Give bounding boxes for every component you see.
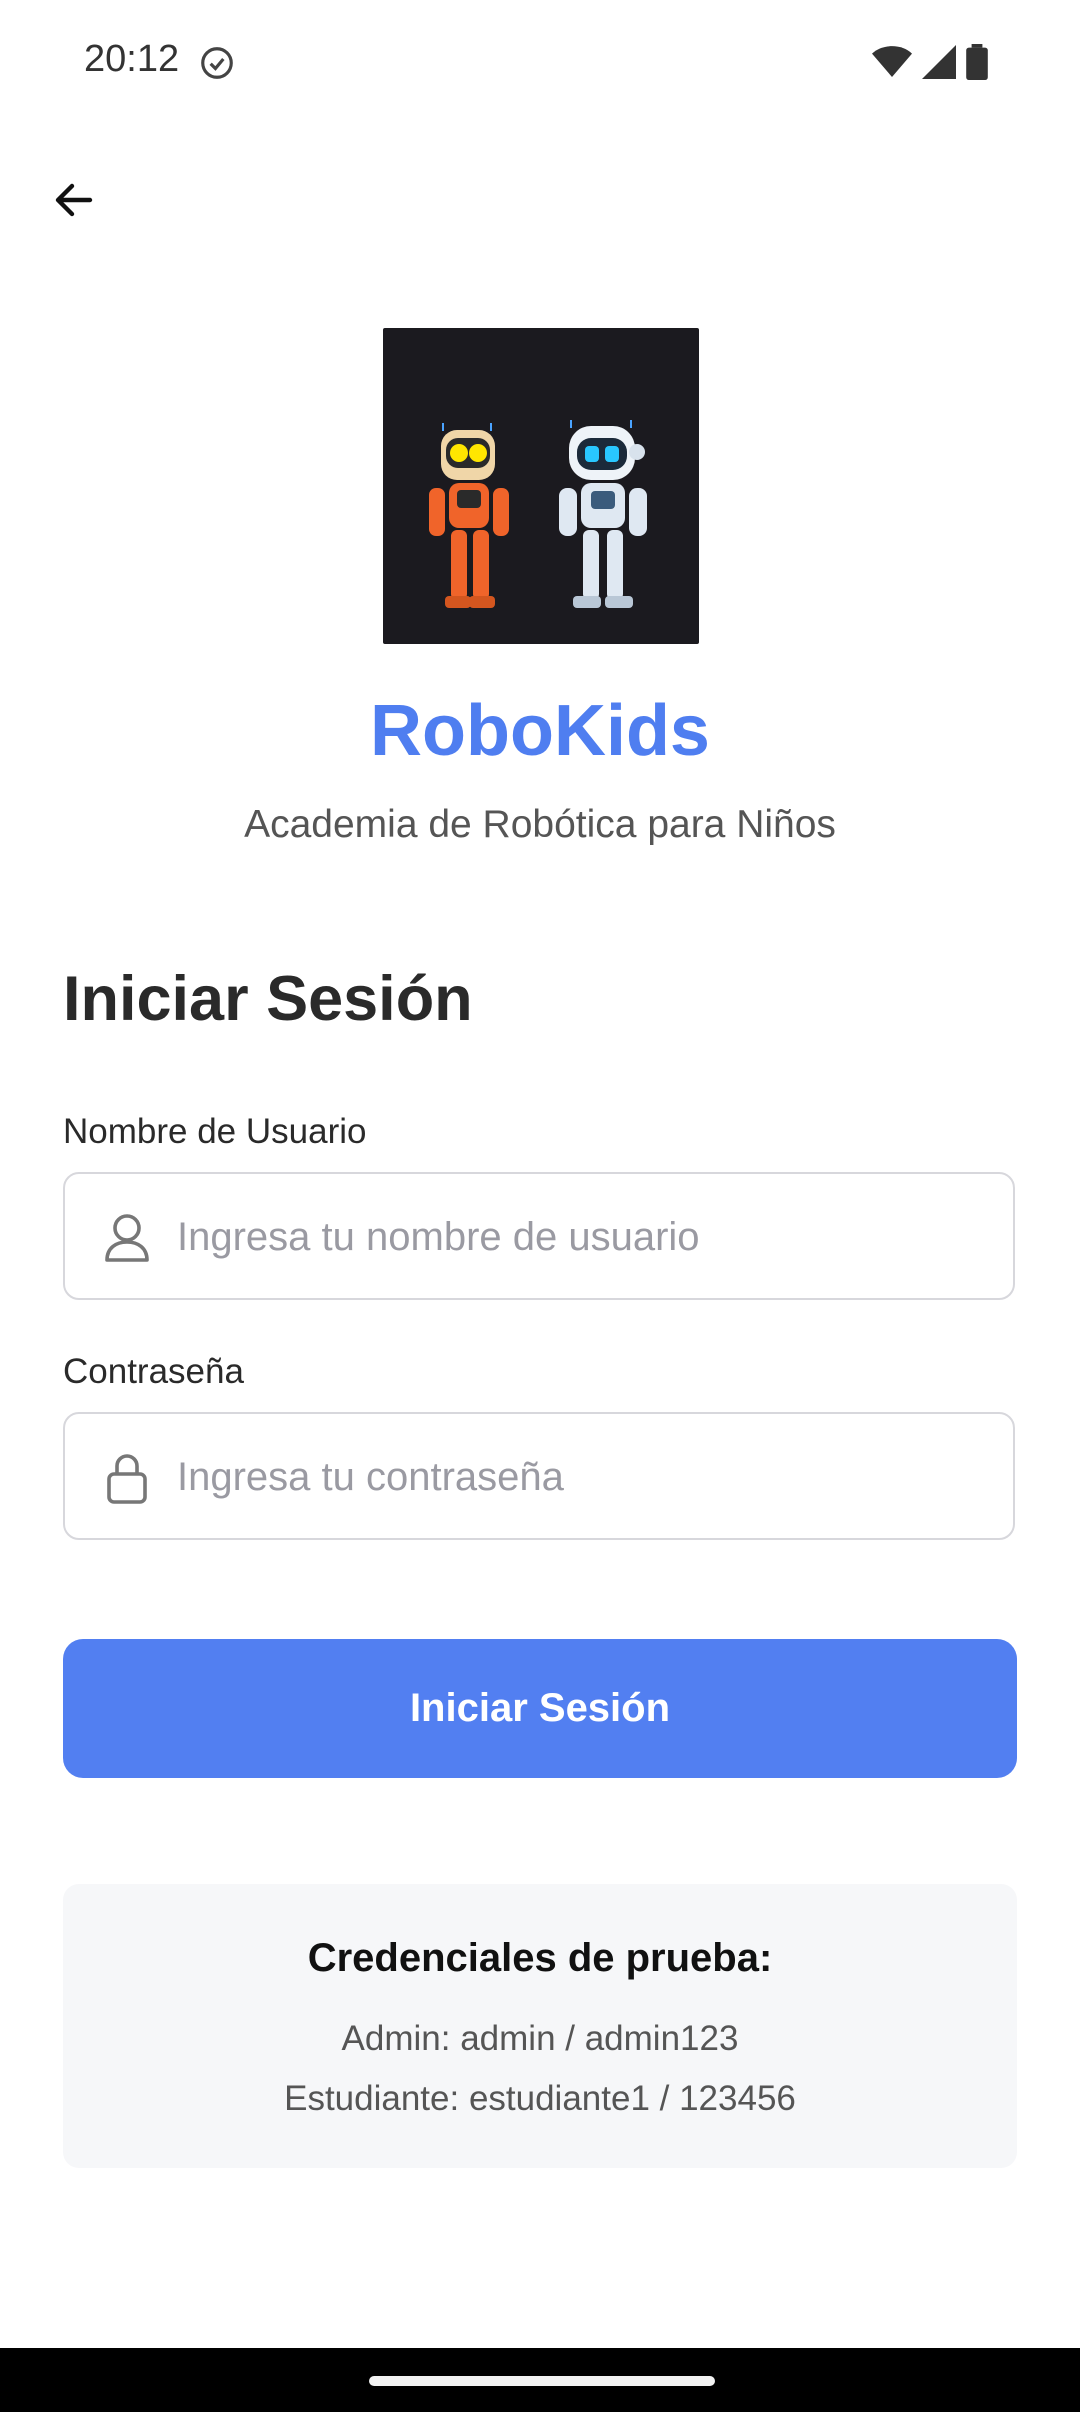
status-bar: 20:12 [0, 0, 1080, 124]
status-icons [872, 44, 988, 80]
wifi-icon [872, 46, 912, 77]
password-field-container[interactable] [63, 1412, 1015, 1540]
login-button[interactable]: Iniciar Sesión [63, 1639, 1017, 1778]
credentials-title: Credenciales de prueba: [307, 1936, 773, 1980]
home-gesture-handle[interactable] [369, 2376, 715, 2386]
battery-icon [966, 44, 988, 80]
app-subtitle: Academia de Robótica para Niños [244, 803, 836, 846]
test-credentials-card: Credenciales de prueba: Admin: admin / a… [63, 1884, 1017, 2168]
login-heading: Iniciar Sesión [63, 964, 473, 1034]
back-button[interactable] [44, 170, 104, 230]
student-credentials: Estudiante: estudiante1 / 123456 [284, 2079, 796, 2118]
password-label: Contraseña [63, 1352, 244, 1391]
username-label: Nombre de Usuario [63, 1112, 367, 1151]
system-nav-bar [0, 2348, 1080, 2412]
signal-icon [922, 45, 956, 79]
username-field-container[interactable] [63, 1172, 1015, 1300]
password-input[interactable] [175, 1414, 979, 1540]
robots-logo-image [429, 420, 647, 608]
status-time: 20:12 [84, 38, 180, 80]
lock-icon [107, 1454, 147, 1504]
check-circle-icon [201, 47, 233, 79]
admin-credentials: Admin: admin / admin123 [341, 2019, 739, 2058]
username-input[interactable] [175, 1174, 979, 1300]
user-icon [105, 1214, 149, 1262]
app-title: RoboKids [370, 691, 710, 771]
arrow-left-icon [55, 183, 93, 217]
app-logo [383, 328, 699, 644]
